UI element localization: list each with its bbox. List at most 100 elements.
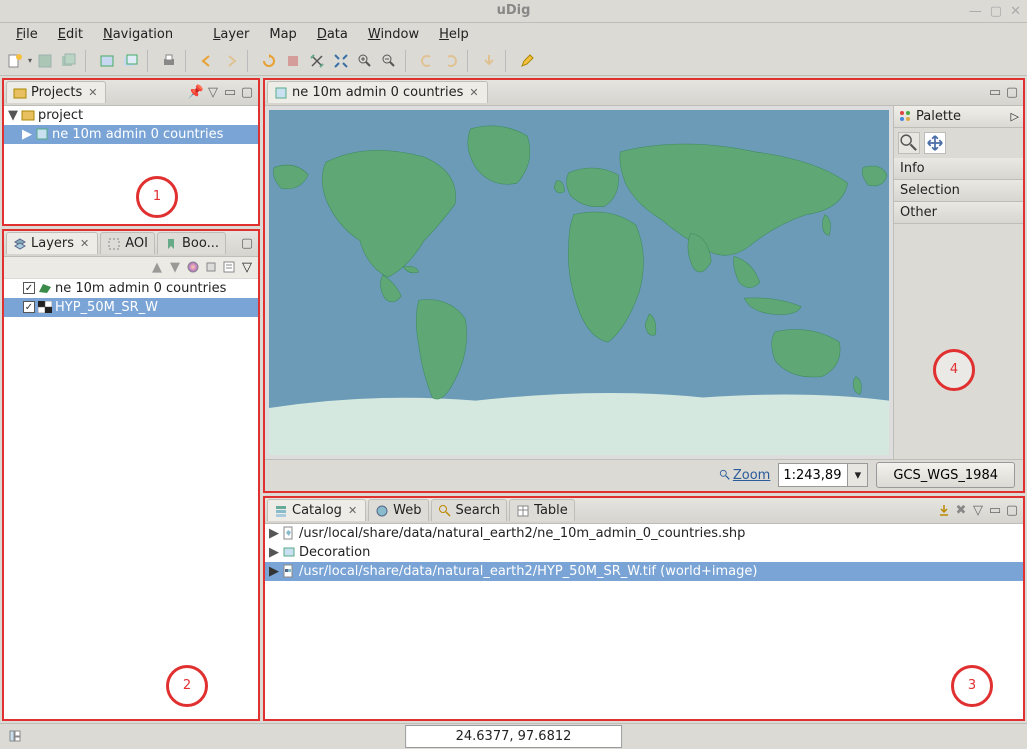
menu-window[interactable]: Window [360,24,427,45]
view-menu-icon[interactable]: ▽ [971,503,985,517]
pin-icon[interactable]: 📌 [189,85,203,99]
refresh-button[interactable] [258,50,280,72]
palette-other[interactable]: Other [894,202,1023,224]
layer-row-2[interactable]: ✓ HYP_50M_SR_W [4,298,258,317]
tab-search[interactable]: Search [431,499,508,521]
import-icon[interactable] [937,503,951,517]
zoom-extent-button[interactable] [330,50,352,72]
layers-tree[interactable]: ✓ ne 10m admin 0 countries ✓ HYP_50M_SR_… [4,279,258,719]
catalog-row-2[interactable]: ▶Decoration [265,543,1023,562]
tab-bookmarks[interactable]: Boo... [157,232,226,254]
cut-selection-button[interactable] [306,50,328,72]
close-tab-icon[interactable]: ✕ [86,86,99,99]
menu-help[interactable]: Help [431,24,477,45]
minimize-icon[interactable]: — [969,4,982,19]
projects-view: Projects ✕ 📌 ▽ ▭ ▢ ▼project ▶ne 10m admi… [2,78,260,226]
close-tab-icon[interactable]: ✕ [346,504,359,517]
tab-map-editor[interactable]: ne 10m admin 0 countries ✕ [267,81,488,103]
catalog-tree[interactable]: ▶/usr/local/share/data/natural_earth2/ne… [265,524,1023,719]
close-icon[interactable]: ✕ [1010,4,1021,19]
tab-projects[interactable]: Projects ✕ [6,81,106,103]
perspective-icon[interactable] [8,729,22,743]
menu-data[interactable]: Data [309,24,356,45]
tab-layers[interactable]: Layers ✕ [6,232,98,254]
map-doc-icon [274,86,288,100]
polygon-layer-icon [38,282,52,294]
tab-table[interactable]: Table [509,499,575,521]
zoom-label: Zoom [733,468,770,483]
catalog-row-3[interactable]: ▶/usr/local/share/data/natural_earth2/HY… [265,562,1023,581]
commit-button[interactable] [478,50,500,72]
menu-navigation[interactable]: Navigation [95,24,181,45]
map-statusbar: Zoom ▾ GCS_WGS_1984 [265,459,1023,491]
bookmarks-tab-label: Boo... [182,236,219,251]
undo-button[interactable] [416,50,438,72]
statusbar: 24.6377, 97.6812 [0,723,1027,749]
projects-tree[interactable]: ▼project ▶ne 10m admin 0 countries [4,106,258,224]
maximize-icon[interactable]: ▢ [990,4,1002,19]
move-up-icon[interactable]: ▲ [150,260,164,274]
projects-icon [13,86,27,100]
tab-aoi[interactable]: AOI [100,232,155,254]
layer-style-icon[interactable] [186,260,200,274]
zoom-tool[interactable] [898,132,920,154]
catalog-row-1[interactable]: ▶/usr/local/share/data/natural_earth2/ne… [265,524,1023,543]
bookmark-icon [164,237,178,251]
menu-map[interactable]: Map [261,24,304,45]
layer-row-1[interactable]: ✓ ne 10m admin 0 countries [4,279,258,298]
palette-header[interactable]: Palette ▷ [894,106,1023,128]
nav-back-button[interactable] [196,50,218,72]
layer-2-label: HYP_50M_SR_W [55,300,158,315]
menu-file[interactable]: File [8,24,46,45]
map-canvas[interactable] [269,110,889,455]
maximize-view-icon[interactable]: ▢ [240,85,254,99]
maximize-view-icon[interactable]: ▢ [1005,85,1019,99]
layer-props-icon[interactable] [222,260,236,274]
projects-tab-label: Projects [31,85,82,100]
catalog-r1-label: /usr/local/share/data/natural_earth2/ne_… [299,526,745,541]
redo-button[interactable] [440,50,462,72]
pan-tool[interactable] [924,132,946,154]
delete-icon[interactable]: ✖ [954,503,968,517]
edit-button[interactable] [516,50,538,72]
web-tab-label: Web [393,503,421,518]
new-map-button[interactable] [96,50,118,72]
palette-selection[interactable]: Selection [894,180,1023,202]
save-button[interactable] [34,50,56,72]
project-root-label: project [38,108,83,123]
minimize-view-icon[interactable]: ▭ [988,85,1002,99]
tab-web[interactable]: Web [368,499,428,521]
minimize-view-icon[interactable]: ▭ [988,503,1002,517]
palette-info[interactable]: Info [894,158,1023,180]
nav-fwd-button[interactable] [220,50,242,72]
close-tab-icon[interactable]: ✕ [78,237,91,250]
view-menu-icon[interactable]: ▽ [240,260,254,274]
palette-title: Palette [916,109,961,124]
print-button[interactable] [158,50,180,72]
layer-checkbox[interactable]: ✓ [23,282,35,294]
view-menu-icon[interactable]: ▽ [206,85,220,99]
close-tab-icon[interactable]: ✕ [467,86,480,99]
menu-edit[interactable]: Edit [50,24,91,45]
menu-layer[interactable]: Layer [205,24,257,45]
saveall-button[interactable] [58,50,80,72]
move-down-icon[interactable]: ▼ [168,260,182,274]
new-layer-button[interactable] [120,50,142,72]
scale-input[interactable] [778,463,848,487]
stop-button[interactable] [282,50,304,72]
tab-catalog[interactable]: Catalog ✕ [267,499,366,521]
new-button[interactable] [4,50,26,72]
crs-button[interactable]: GCS_WGS_1984 [876,462,1015,488]
layers-tab-label: Layers [31,236,74,251]
aoi-icon [107,237,121,251]
zoom-out-button[interactable] [378,50,400,72]
minimize-view-icon[interactable]: ▭ [223,85,237,99]
maximize-view-icon[interactable]: ▢ [1005,503,1019,517]
zoom-in-button[interactable] [354,50,376,72]
scale-dropdown[interactable]: ▾ [848,463,868,487]
zoom-link[interactable]: Zoom [719,468,770,483]
palette-expand-icon[interactable]: ▷ [1011,110,1019,123]
layer-filter-icon[interactable] [204,260,218,274]
maximize-view-icon[interactable]: ▢ [240,236,254,250]
layer-checkbox[interactable]: ✓ [23,301,35,313]
